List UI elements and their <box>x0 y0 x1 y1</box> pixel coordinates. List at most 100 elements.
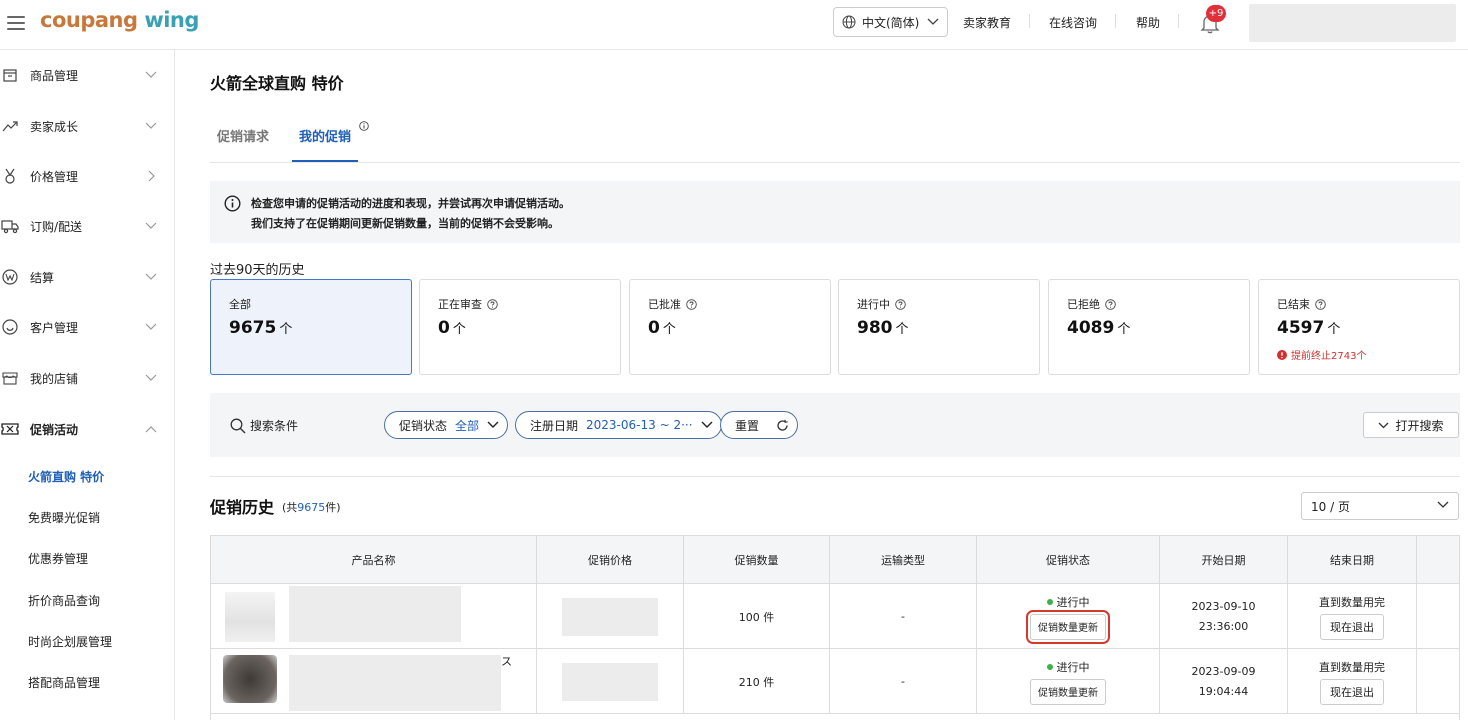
sidebar-item-orders[interactable]: 订购/配送 <box>0 211 175 241</box>
active-dot <box>1046 663 1053 670</box>
seller-education-link[interactable]: 卖家教育 <box>963 14 1011 31</box>
chevron-down-icon <box>701 421 713 428</box>
update-quantity-button[interactable]: 促销数量更新 <box>1026 609 1110 644</box>
update-quantity-button[interactable]: 促销数量更新 <box>1030 678 1106 705</box>
trend-icon <box>1 117 19 135</box>
chevron-down-icon <box>927 18 939 25</box>
price-cell <box>537 649 684 714</box>
stat-card-rejected[interactable]: 已拒绝 4089 个 <box>1048 279 1250 375</box>
sidebar-item-promotions[interactable]: 促销活动 <box>0 414 175 444</box>
help-icon[interactable] <box>895 298 906 310</box>
help-icon[interactable] <box>686 298 697 310</box>
quantity-cell: 210 件 <box>684 649 830 714</box>
logo[interactable]: coupang wing <box>40 8 199 32</box>
product-name[interactable] <box>289 586 461 642</box>
menu-icon[interactable] <box>7 16 25 30</box>
chevron-down-icon <box>145 374 157 381</box>
sidebar: 商品管理 卖家成长 价格管理 订购/配送 结算 客户管理 我的店铺 促销活动 火… <box>0 50 175 720</box>
product-cell: ス <box>211 649 537 714</box>
status-indicator: 进行中 <box>1046 659 1090 675</box>
search-conditions-label: 搜索条件 <box>230 417 298 434</box>
smile-icon <box>1 318 19 336</box>
help-icon[interactable] <box>487 298 498 310</box>
stat-card-reviewing[interactable]: 正在审查 0个 <box>419 279 621 375</box>
column-header: 促销数量 <box>684 536 830 584</box>
product-thumbnail[interactable] <box>225 592 275 642</box>
stat-value: 9675 <box>229 318 277 338</box>
notification-badge: +9 <box>1206 5 1226 22</box>
sidebar-subitem-fashion[interactable]: 时尚企划展管理 <box>28 633 112 650</box>
online-consult-link[interactable]: 在线咨询 <box>1049 14 1097 31</box>
tabs-divider <box>210 162 1460 163</box>
help-icon[interactable] <box>1315 298 1326 310</box>
chevron-down-icon <box>145 71 157 78</box>
registration-date-filter[interactable]: 注册日期 2023-06-13 ~ 2··· <box>515 411 722 439</box>
status-cell: 进行中 促销数量更新 <box>977 649 1160 714</box>
globe-icon <box>842 15 856 29</box>
notice-text-2: 我们支持了在促销期间更新促销数量，当前的促销不会受影响。 <box>251 217 559 230</box>
open-search-button[interactable]: 打开搜索 <box>1363 412 1459 438</box>
history-period-label: 过去90天的历史 <box>210 263 305 278</box>
page-size-select[interactable]: 10 / 页 <box>1301 492 1459 520</box>
notice-text-1: 检查您申请的促销活动的进度和表现，并尝试再次申请促销活动。 <box>251 197 570 210</box>
exit-now-button[interactable]: 现在退出 <box>1320 613 1384 640</box>
top-bar: coupang wing 中文(简体) 卖家教育 在线咨询 帮助 +9 <box>0 0 1468 50</box>
sidebar-item-my-store[interactable]: 我的店铺 <box>0 363 175 393</box>
sidebar-item-products[interactable]: 商品管理 <box>0 60 175 90</box>
alert-icon <box>1277 349 1287 360</box>
table-header: 产品名称 促销价格 促销数量 运输类型 促销状态 开始日期 结束日期 <box>211 536 1459 584</box>
tab-promotion-request[interactable]: 促销请求 <box>217 126 269 145</box>
help-icon[interactable] <box>1105 298 1116 310</box>
extra-cell <box>1417 649 1459 714</box>
price-cell <box>537 584 684 649</box>
stat-card-in-progress[interactable]: 进行中 980 个 <box>838 279 1040 375</box>
column-header: 促销价格 <box>537 536 684 584</box>
user-account[interactable] <box>1249 4 1456 42</box>
stat-value: 0 <box>438 318 450 338</box>
stat-card-ended[interactable]: 已结束 4597 个 提前终止2743个 <box>1258 279 1460 375</box>
product-name[interactable] <box>289 655 501 711</box>
promotion-price <box>562 662 658 701</box>
sidebar-subitem-free-exposure[interactable]: 免费曝光促销 <box>28 509 100 526</box>
column-header: 促销状态 <box>977 536 1160 584</box>
help-link[interactable]: 帮助 <box>1136 14 1160 31</box>
box-icon <box>1 66 19 84</box>
quantity-cell: 100 件 <box>684 584 830 649</box>
sidebar-subitem-bundle[interactable]: 搭配商品管理 <box>28 674 100 691</box>
promotion-price <box>562 597 658 636</box>
stat-card-approved[interactable]: 已批准 0个 <box>629 279 831 375</box>
early-termination-warning: 提前终止2743个 <box>1277 347 1366 362</box>
sidebar-subitem-rocket-special[interactable]: 火箭直购 特价 <box>28 468 104 485</box>
promotion-history-count: (共9675件) <box>282 501 341 514</box>
column-header <box>1417 536 1459 584</box>
divider <box>1178 14 1179 28</box>
sidebar-item-customers[interactable]: 客户管理 <box>0 312 175 342</box>
status-indicator: 进行中 <box>1046 594 1090 610</box>
language-label: 中文(简体) <box>862 15 920 30</box>
store-icon <box>1 369 19 387</box>
notice-banner: 检查您申请的促销活动的进度和表现，并尝试再次申请促销活动。 我们支持了在促销期间… <box>210 181 1460 243</box>
sidebar-subitem-coupons[interactable]: 优惠券管理 <box>28 550 88 567</box>
sidebar-item-settlement[interactable]: 结算 <box>0 262 175 292</box>
info-icon[interactable] <box>359 121 369 131</box>
shipping-cell: - <box>830 584 977 649</box>
reset-button[interactable]: 重置 <box>720 411 798 439</box>
column-header: 结束日期 <box>1288 536 1417 584</box>
chevron-up-icon <box>145 426 157 433</box>
product-thumbnail[interactable] <box>223 655 277 703</box>
sidebar-item-price[interactable]: 价格管理 <box>0 161 175 191</box>
info-icon <box>224 195 241 212</box>
promotion-history-title: 促销历史 <box>210 498 275 517</box>
chevron-down-icon <box>145 323 157 330</box>
chevron-down-icon <box>145 222 157 229</box>
language-select[interactable]: 中文(简体) <box>833 7 948 37</box>
sidebar-item-growth[interactable]: 卖家成长 <box>0 111 175 141</box>
product-name-fragment: ス <box>501 655 512 668</box>
stat-card-all[interactable]: 全部 9675 个 <box>210 279 412 375</box>
table-row: 100 件 - 进行中 促销数量更新 2023-09-10 23:36:00 直… <box>211 584 1459 649</box>
promotion-status-filter[interactable]: 促销状态 全部 <box>384 411 509 439</box>
exit-now-button[interactable]: 现在退出 <box>1320 678 1384 705</box>
status-cell: 进行中 促销数量更新 <box>977 584 1160 649</box>
sidebar-subitem-discount-query[interactable]: 折价商品查询 <box>28 592 100 609</box>
tab-my-promotions[interactable]: 我的促销 <box>299 126 351 145</box>
